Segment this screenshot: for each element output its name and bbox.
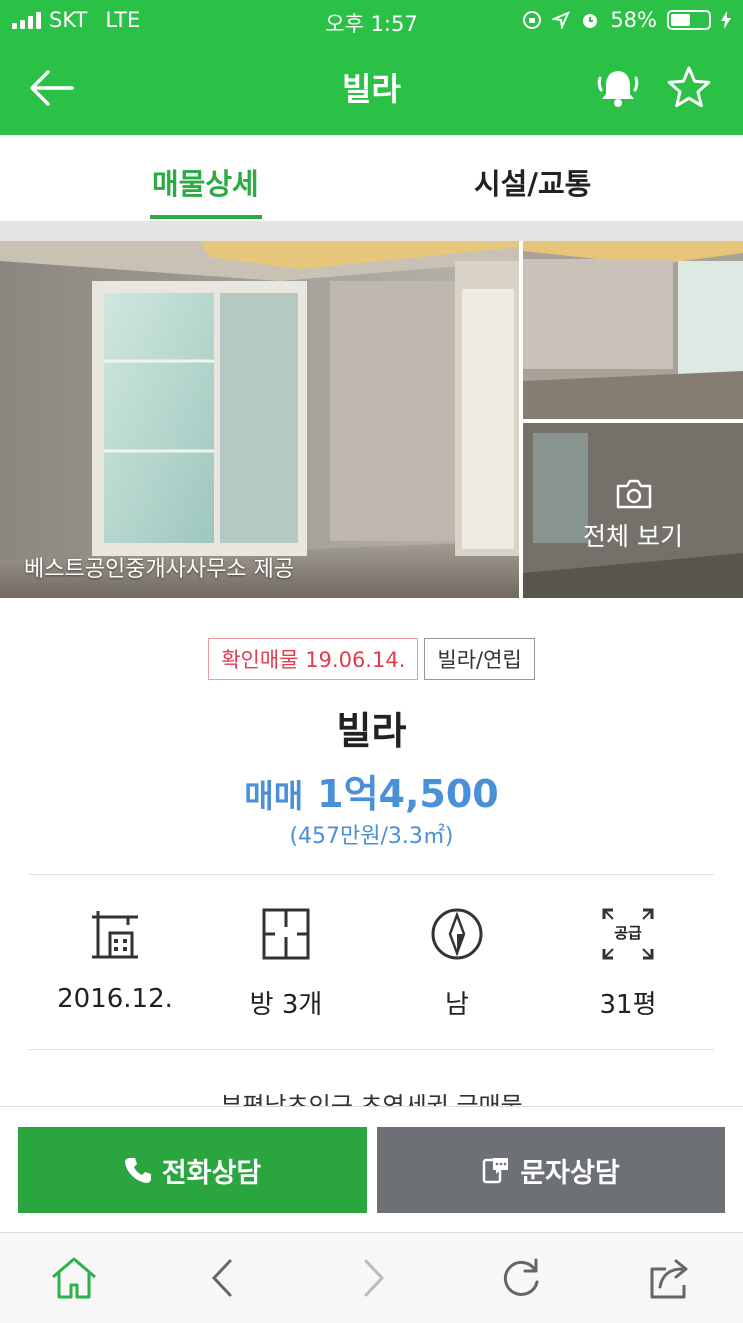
- unit-price: (457만원/3.3㎡): [289, 824, 454, 849]
- direction: 남: [445, 990, 469, 1020]
- listing-title: 빌라: [336, 709, 407, 753]
- home-icon[interactable]: [49, 1255, 99, 1301]
- charging-icon: [721, 11, 731, 29]
- fact-area: 공급 31평: [548, 906, 708, 1021]
- price: 매매 1억4,500: [0, 763, 743, 818]
- sms-label: 문자상담: [520, 1157, 620, 1189]
- photo-gallery: 베스트공인중개사사무소 제공 전체 보기: [0, 241, 743, 598]
- battery-percent: 58%: [610, 8, 657, 32]
- header: 빌라: [0, 42, 743, 135]
- fact-rooms: 방 3개: [206, 906, 366, 1021]
- price-value: 1억4,500: [317, 772, 499, 816]
- badge-row: 확인매물 19.06.14. 빌라/연립: [0, 638, 743, 680]
- location-icon: [552, 11, 571, 29]
- forward-icon[interactable]: [348, 1255, 398, 1301]
- tab-facilities[interactable]: 시설/교통: [474, 161, 591, 203]
- tab-indicator: [150, 215, 262, 219]
- building-icon: [92, 911, 138, 959]
- area: 31평: [599, 990, 657, 1020]
- call-label: 전화상담: [161, 1157, 262, 1189]
- view-all-label: 전체 보기: [583, 522, 683, 551]
- thumbnail-photo[interactable]: [523, 241, 743, 419]
- verified-badge: 확인매물 19.06.14.: [208, 638, 419, 680]
- sms-button[interactable]: 문자상담: [377, 1127, 725, 1213]
- type-badge: 빌라/연립: [424, 638, 535, 680]
- photo-credit: 베스트공인중개사사무소 제공: [24, 557, 295, 582]
- floorplan-icon: [262, 908, 310, 960]
- back-icon[interactable]: [198, 1255, 248, 1301]
- divider: [29, 874, 714, 875]
- divider: [29, 1049, 714, 1050]
- fact-direction: 남: [377, 906, 537, 1021]
- price-type: 매매: [244, 777, 304, 815]
- built-date: 2016.12.: [57, 984, 173, 1014]
- share-icon[interactable]: [646, 1255, 696, 1301]
- fact-built-date: 2016.12.: [35, 906, 195, 1014]
- rotation-lock-icon: [523, 11, 542, 29]
- star-icon[interactable]: [666, 64, 712, 110]
- action-bar: 전화상담 문자상담: [0, 1106, 743, 1233]
- divider: [0, 221, 743, 241]
- area-icon-label: 공급: [614, 924, 642, 942]
- room-count: 방 3개: [249, 990, 323, 1020]
- status-bar: SKT LTE 오후 1:57 58%: [0, 0, 743, 42]
- refresh-icon[interactable]: [496, 1255, 546, 1301]
- message-icon: [483, 1158, 509, 1184]
- main-photo[interactable]: [0, 241, 519, 598]
- alarm-icon: [583, 14, 598, 28]
- battery-icon: [667, 10, 711, 30]
- browser-toolbar: [0, 1232, 743, 1323]
- call-button[interactable]: 전화상담: [18, 1127, 367, 1213]
- compass-icon: [431, 908, 483, 960]
- tab-details[interactable]: 매물상세: [152, 161, 259, 203]
- bell-icon[interactable]: [596, 66, 640, 110]
- camera-icon: [616, 479, 652, 509]
- tab-bar: 매물상세 시설/교통: [0, 135, 743, 221]
- view-all-photos-button[interactable]: 전체 보기: [523, 423, 743, 598]
- phone-icon: [124, 1158, 151, 1183]
